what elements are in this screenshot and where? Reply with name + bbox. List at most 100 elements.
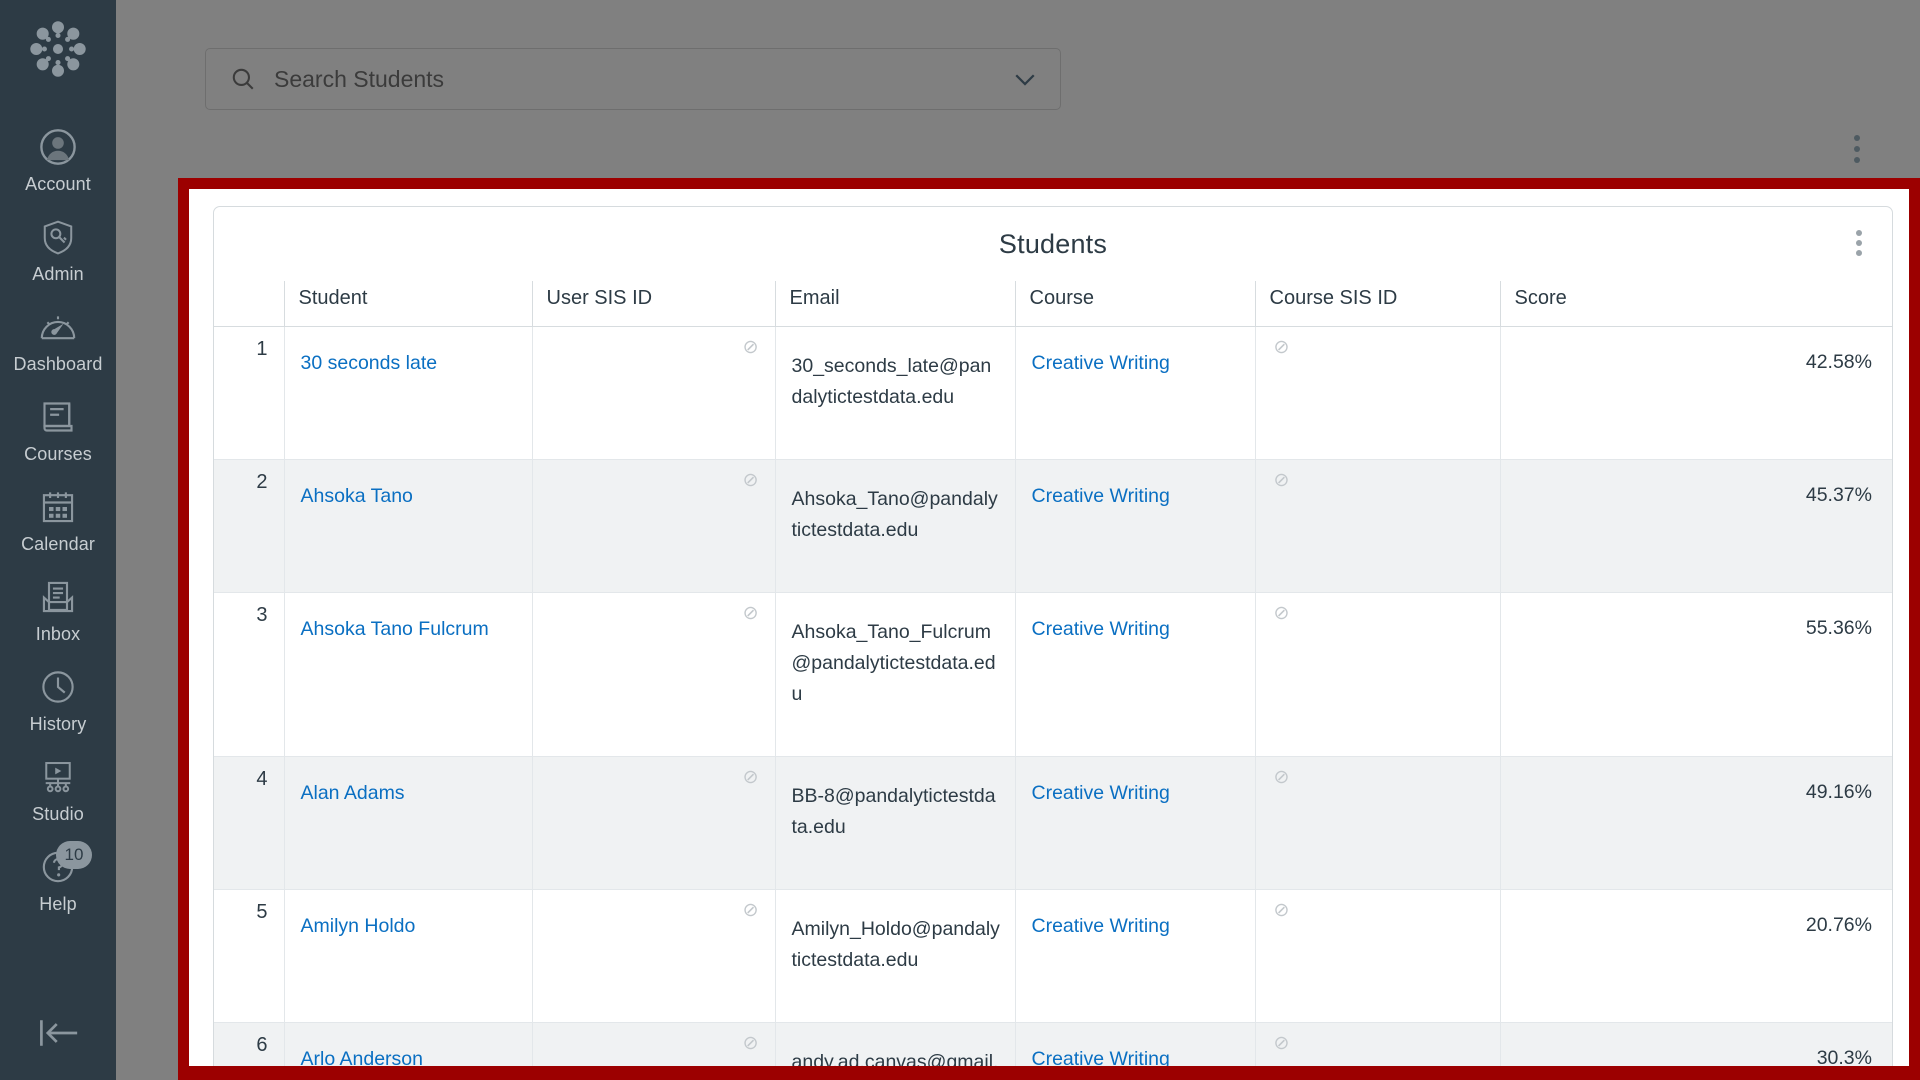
course-link[interactable]: Creative Writing (1032, 782, 1170, 804)
email-text: BB-8@pandalytictestdata.edu (791, 785, 996, 838)
table-body: 1 30 seconds late ⊘ 30_seconds_late@pandaly… (214, 326, 1892, 1066)
chevron-down-icon[interactable] (1010, 64, 1040, 94)
kebab-dot (1856, 250, 1862, 256)
search-students-container: Search Students (205, 48, 1061, 110)
student-link[interactable]: Alan Adams (301, 782, 405, 804)
empty-value-icon: ⊘ (1273, 603, 1290, 624)
sidebar-item-courses[interactable]: Courses (0, 384, 116, 474)
cell-student: 30 seconds late (283, 326, 532, 460)
gauge-icon (36, 305, 80, 349)
student-link[interactable]: Amilyn Holdo (301, 915, 416, 937)
cell-student: Ahsoka Tano Fulcrum (283, 592, 532, 757)
cell-user-sis-id: ⊘ (531, 1022, 775, 1066)
empty-value-icon: ⊘ (742, 900, 759, 921)
course-link[interactable]: Creative Writing (1032, 618, 1170, 640)
cell-email: 30_seconds_late@pandalytictestdata.edu (774, 326, 1015, 460)
row-index: 2 (214, 459, 284, 593)
sidebar-item-account[interactable]: Account (0, 114, 116, 204)
empty-value-icon: ⊘ (1273, 900, 1290, 921)
cell-course: Creative Writing (1014, 756, 1255, 890)
students-card: Students Student User SIS ID Email Cours… (213, 206, 1893, 1066)
sidebar-item-studio[interactable]: Studio (0, 744, 116, 834)
help-badge-count: 10 (56, 841, 92, 869)
empty-value-icon: ⊘ (1273, 767, 1290, 788)
sidebar-item-label: History (29, 714, 87, 734)
canvas-logo[interactable] (27, 18, 89, 80)
column-header-course-sis-id[interactable]: Course SIS ID (1254, 281, 1500, 327)
score-value: 20.76% (1805, 914, 1872, 936)
card-options-kebab-menu[interactable] (1846, 228, 1872, 258)
cell-email: Ahsoka_Tano_Fulcrum@pandalytictestdata.e… (774, 592, 1015, 757)
cell-course-sis-id: ⊘ (1254, 889, 1500, 1023)
collapse-nav-arrow-icon[interactable] (0, 1016, 116, 1050)
column-header-score[interactable]: Score (1499, 281, 1892, 327)
sidebar-item-history[interactable]: History (0, 654, 116, 744)
student-link[interactable]: Ahsoka Tano Fulcrum (301, 618, 489, 640)
cell-course-sis-id: ⊘ (1254, 459, 1500, 593)
cell-user-sis-id: ⊘ (531, 459, 775, 593)
sidebar-item-dashboard[interactable]: Dashboard (0, 294, 116, 384)
shield-key-icon (36, 215, 80, 259)
cell-course: Creative Writing (1014, 1022, 1255, 1066)
score-value: 45.37% (1805, 484, 1872, 506)
cell-score: 30.3% (1499, 1022, 1892, 1066)
global-navigation: Account Admin Dashboard Courses Calendar… (0, 0, 116, 1080)
column-header-course[interactable]: Course (1014, 281, 1255, 327)
empty-value-icon: ⊘ (742, 470, 759, 491)
column-header-index (214, 281, 284, 327)
score-value: 55.36% (1805, 617, 1872, 639)
kebab-dot (1854, 157, 1860, 163)
email-text: Amilyn_Holdo@pandalytictestdata.edu (791, 918, 1000, 971)
cell-score: 45.37% (1499, 459, 1892, 593)
students-table: Student User SIS ID Email Course Course … (214, 281, 1892, 1066)
course-link[interactable]: Creative Writing (1032, 352, 1170, 374)
empty-value-icon: ⊘ (1273, 470, 1290, 491)
column-header-email[interactable]: Email (774, 281, 1015, 327)
course-link[interactable]: Creative Writing (1032, 485, 1170, 507)
table-row: 3 Ahsoka Tano Fulcrum ⊘ Ahsoka_Tano_Fulcrum… (214, 592, 1892, 757)
email-text: Ahsoka_Tano_Fulcrum@pandalytictestdata.e… (791, 621, 996, 705)
cell-student: Amilyn Holdo (283, 889, 532, 1023)
cell-score: 55.36% (1499, 592, 1892, 757)
column-header-student[interactable]: Student (283, 281, 532, 327)
kebab-dot (1854, 146, 1860, 152)
table-row: 2 Ahsoka Tano ⊘ Ahsoka_Tano@pandalytictestd… (214, 459, 1892, 593)
course-link[interactable]: Creative Writing (1032, 1048, 1170, 1066)
cell-user-sis-id: ⊘ (531, 326, 775, 460)
empty-value-icon: ⊘ (1273, 337, 1290, 358)
calendar-icon (36, 485, 80, 529)
search-placeholder: Search Students (274, 66, 445, 92)
sidebar-item-inbox[interactable]: Inbox (0, 564, 116, 654)
page-options-kebab-menu[interactable] (1843, 132, 1871, 166)
row-index: 4 (214, 756, 284, 890)
cell-score: 42.58% (1499, 326, 1892, 460)
column-header-user-sis-id[interactable]: User SIS ID (531, 281, 775, 327)
score-value: 42.58% (1805, 351, 1872, 373)
page-title: Students (998, 228, 1108, 259)
cell-email: andy.ad.canvas@gmail.com (774, 1022, 1015, 1066)
cell-email: Amilyn_Holdo@pandalytictestdata.edu (774, 889, 1015, 1023)
cell-course: Creative Writing (1014, 592, 1255, 757)
sidebar-item-calendar[interactable]: Calendar (0, 474, 116, 564)
email-text: Ahsoka_Tano@pandalytictestdata.edu (791, 488, 998, 541)
empty-value-icon: ⊘ (742, 767, 759, 788)
sidebar-item-help[interactable]: 10 Help (0, 834, 116, 924)
table-row: 5 Amilyn Holdo ⊘ Amilyn_Holdo@pandalytictes… (214, 889, 1892, 1023)
app-root: Account Admin Dashboard Courses Calendar… (0, 0, 1920, 1080)
score-value: 49.16% (1805, 781, 1872, 803)
sidebar-item-label: Inbox (35, 624, 81, 644)
sidebar-item-label: Help (39, 894, 77, 914)
student-link[interactable]: Arlo Anderson (301, 1048, 424, 1066)
sidebar-item-label: Courses (24, 444, 92, 464)
course-link[interactable]: Creative Writing (1032, 915, 1170, 937)
search-input[interactable]: Search Students (205, 48, 1061, 110)
kebab-dot (1856, 240, 1862, 246)
cell-score: 20.76% (1499, 889, 1892, 1023)
sidebar-item-admin[interactable]: Admin (0, 204, 116, 294)
student-link[interactable]: Ahsoka Tano (301, 485, 413, 507)
highlight-region: Students Student User SIS ID Email Cours… (178, 178, 1920, 1080)
cell-user-sis-id: ⊘ (531, 756, 775, 890)
cell-course: Creative Writing (1014, 889, 1255, 1023)
book-icon (36, 395, 80, 439)
student-link[interactable]: 30 seconds late (301, 352, 438, 374)
